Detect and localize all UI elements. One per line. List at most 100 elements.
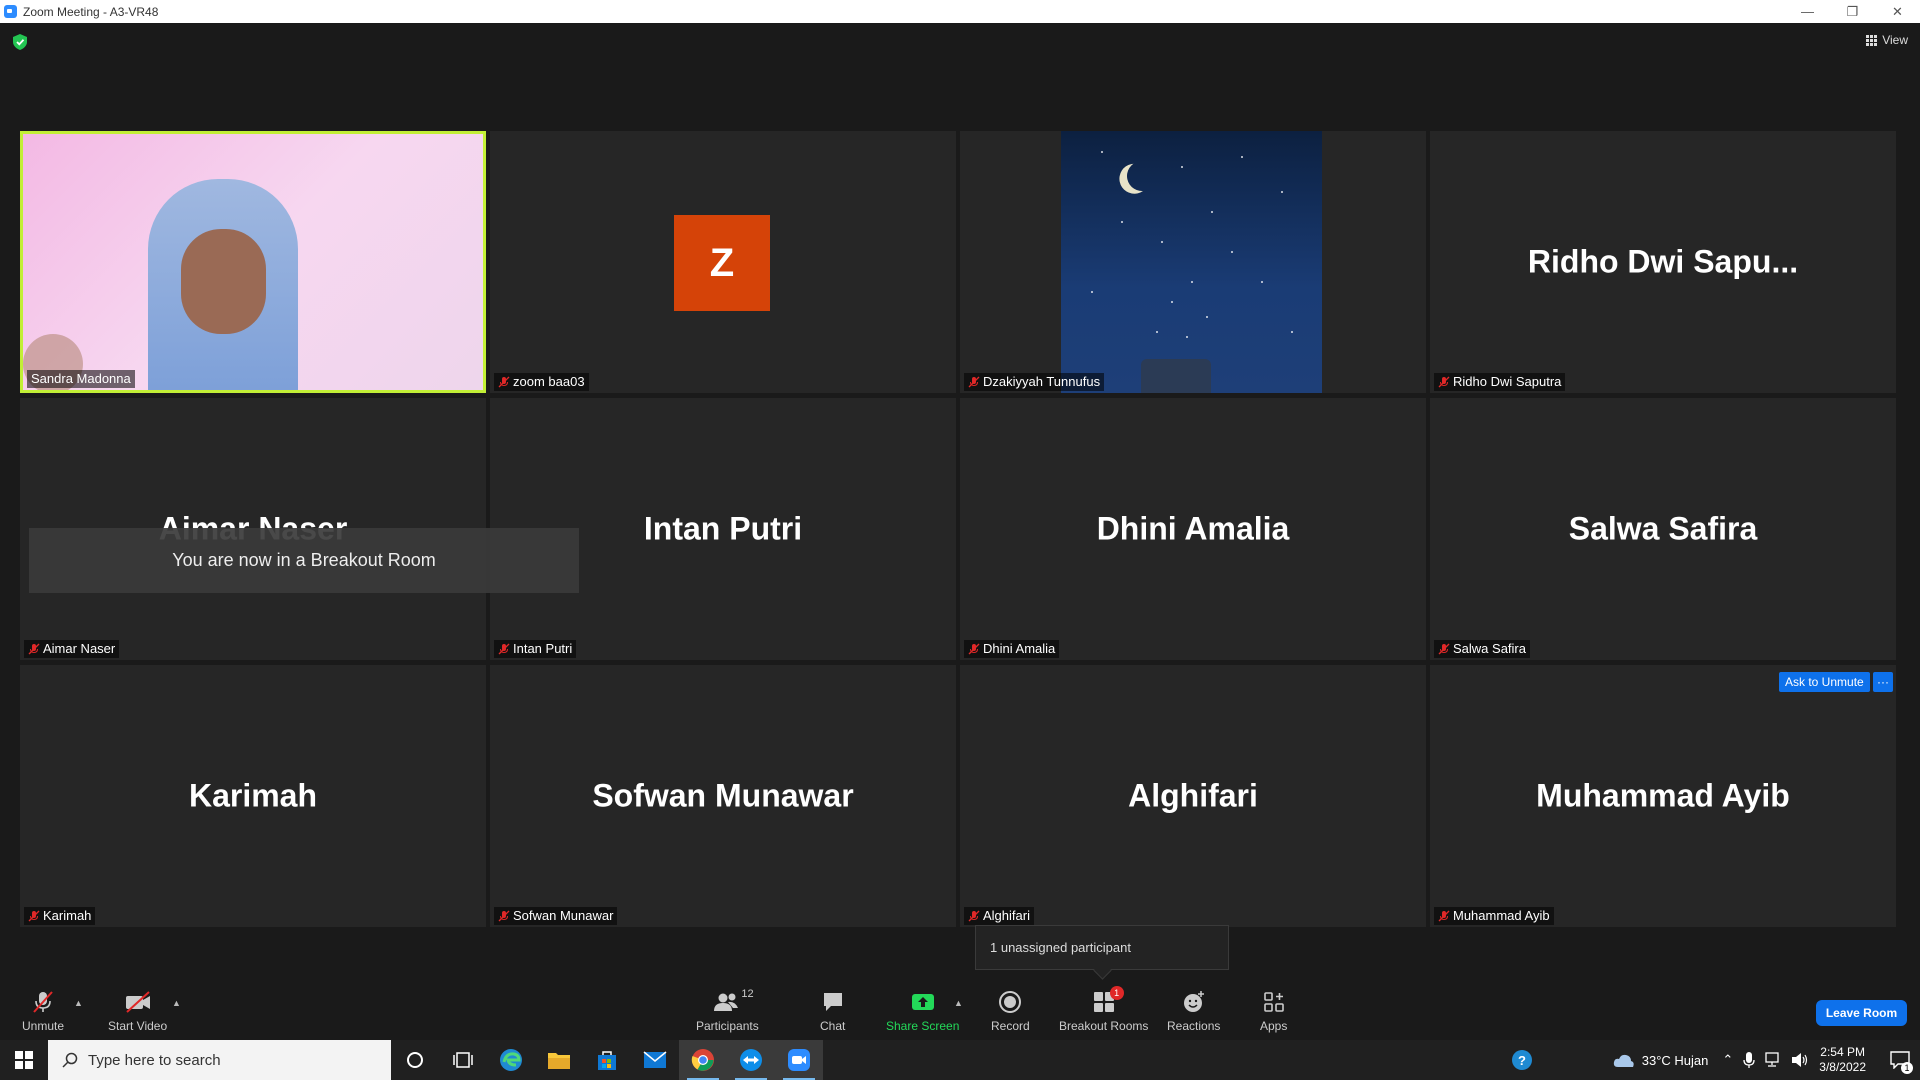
apps-button[interactable]: Apps xyxy=(1260,990,1287,1033)
video-tile[interactable]: Salwa Safira Salwa Safira xyxy=(1430,398,1896,660)
chat-button[interactable]: Chat xyxy=(820,990,845,1033)
participant-name-label: Intan Putri xyxy=(494,640,577,658)
system-tray: ? 33°C Hujan ⌃ 2:54 PM 3/8/2022 1 xyxy=(1511,1040,1920,1080)
share-options-caret-icon[interactable]: ▲ xyxy=(954,998,963,1008)
participants-icon xyxy=(714,993,739,1011)
window-titlebar: Zoom Meeting - A3-VR48 — ❐ ✕ xyxy=(0,0,1920,23)
video-tile[interactable]: Dhini Amalia Dhini Amalia xyxy=(960,398,1426,660)
network-icon[interactable] xyxy=(1765,1052,1783,1068)
video-options-caret-icon[interactable]: ▲ xyxy=(172,998,181,1008)
chrome-browser-icon xyxy=(691,1049,714,1071)
video-tile[interactable]: Karimah Karimah xyxy=(20,665,486,927)
muted-mic-icon xyxy=(968,910,980,921)
cortana-button[interactable] xyxy=(391,1040,439,1080)
taskbar-clock[interactable]: 2:54 PM 3/8/2022 xyxy=(1819,1045,1866,1075)
muted-mic-icon xyxy=(28,910,40,921)
taskbar-store[interactable] xyxy=(583,1040,631,1080)
start-button[interactable] xyxy=(0,1040,48,1080)
show-hidden-icons-chevron-icon[interactable]: ⌃ xyxy=(1722,1052,1733,1068)
microphone-icon[interactable] xyxy=(1743,1051,1755,1069)
teamviewer-icon xyxy=(740,1049,762,1071)
participant-name-label: Ridho Dwi Saputra xyxy=(1434,373,1566,391)
breakout-rooms-badge: 1 xyxy=(1109,986,1124,1000)
taskbar-mail[interactable] xyxy=(631,1040,679,1080)
window-controls: — ❐ ✕ xyxy=(1785,0,1920,23)
participant-display-name: Muhammad Ayib xyxy=(1536,777,1790,814)
grid-view-icon xyxy=(1866,34,1878,46)
restore-icon[interactable]: ❐ xyxy=(1830,0,1875,23)
video-tile[interactable]: Dzakiyyah Tunnufus xyxy=(960,131,1426,393)
store-bag-icon xyxy=(598,1051,616,1070)
participant-display-name: Karimah xyxy=(188,777,318,814)
weather-cloud-icon xyxy=(1613,1054,1634,1067)
video-tile[interactable]: Sofwan Munawar Sofwan Munawar xyxy=(490,665,956,927)
muted-mic-icon xyxy=(1438,376,1450,387)
unassigned-participant-tooltip: 1 unassigned participant xyxy=(975,925,1229,970)
record-button[interactable]: Record xyxy=(991,990,1030,1033)
participants-count: 12 xyxy=(741,988,754,1000)
apps-icon xyxy=(1263,992,1284,1012)
start-video-button[interactable]: Start Video xyxy=(108,990,167,1033)
participant-display-name: Sofwan Munawar xyxy=(592,777,854,814)
breakout-rooms-button[interactable]: 1 Breakout Rooms xyxy=(1059,986,1148,1033)
more-options-button[interactable]: ··· xyxy=(1873,672,1893,692)
cortana-circle-icon xyxy=(407,1052,423,1068)
clock-date: 3/8/2022 xyxy=(1819,1060,1866,1074)
help-icon[interactable]: ? xyxy=(1511,1049,1533,1071)
taskbar-teamviewer[interactable] xyxy=(727,1040,775,1080)
participant-display-name: Salwa Safira xyxy=(1568,510,1758,547)
windows-taskbar: Type here to search ? 33°C Hujan ⌃ 2:54 … xyxy=(0,1040,1920,1080)
participants-button[interactable]: 12 Participants xyxy=(696,988,759,1033)
reactions-button[interactable]: Reactions xyxy=(1167,990,1220,1033)
muted-mic-icon xyxy=(1438,910,1450,921)
leave-room-button[interactable]: Leave Room xyxy=(1816,1000,1907,1026)
participant-name-label: Dzakiyyah Tunnufus xyxy=(964,373,1105,391)
taskbar-chrome[interactable] xyxy=(679,1040,727,1080)
clock-time: 2:54 PM xyxy=(1820,1045,1865,1059)
profile-picture xyxy=(1061,131,1322,393)
taskbar-zoom[interactable] xyxy=(775,1040,823,1080)
muted-mic-icon xyxy=(498,376,510,387)
video-tile[interactable]: Z zoom baa03 xyxy=(490,131,956,393)
folder-icon xyxy=(548,1053,570,1069)
chat-icon xyxy=(823,993,842,1011)
share-screen-button[interactable]: Share Screen xyxy=(886,990,959,1033)
encryption-shield-icon[interactable] xyxy=(13,34,27,50)
participant-name-label: Alghifari xyxy=(964,907,1034,925)
close-icon[interactable]: ✕ xyxy=(1875,0,1920,23)
weather-text[interactable]: 33°C Hujan xyxy=(1642,1053,1709,1068)
video-tile[interactable]: Sandra Madonna xyxy=(20,131,486,393)
participant-name-label: Dhini Amalia xyxy=(964,640,1060,658)
participant-display-name: Alghifari xyxy=(1128,777,1258,814)
meeting-top-bar: View xyxy=(0,23,1920,63)
task-view-button[interactable] xyxy=(439,1040,487,1080)
video-tile[interactable]: Alghifari Alghifari xyxy=(960,665,1426,927)
muted-mic-icon xyxy=(28,643,40,654)
view-label: View xyxy=(1882,33,1908,47)
participant-name-label: Sofwan Munawar xyxy=(494,907,618,925)
participant-name-label: Sandra Madonna xyxy=(27,370,135,388)
taskbar-search-box[interactable]: Type here to search xyxy=(48,1040,391,1080)
taskbar-edge[interactable] xyxy=(487,1040,535,1080)
audio-options-caret-icon[interactable]: ▲ xyxy=(74,998,83,1008)
task-view-icon xyxy=(453,1052,473,1068)
video-tile[interactable]: Ridho Dwi Sapu... Ridho Dwi Saputra xyxy=(1430,131,1896,393)
muted-mic-icon xyxy=(498,910,510,921)
window-title: Zoom Meeting - A3-VR48 xyxy=(23,4,159,19)
muted-microphone-icon xyxy=(33,991,53,1013)
zoom-app-icon xyxy=(4,5,17,18)
volume-icon[interactable] xyxy=(1791,1052,1809,1068)
video-tile[interactable]: Muhammad Ayib Muhammad Ayib xyxy=(1430,665,1896,927)
muted-mic-icon xyxy=(968,643,980,654)
notification-count: 1 xyxy=(1901,1062,1913,1074)
muted-mic-icon xyxy=(498,643,510,654)
unmute-button[interactable]: Unmute xyxy=(22,990,64,1033)
taskbar-file-explorer[interactable] xyxy=(535,1040,583,1080)
view-button[interactable]: View xyxy=(1866,33,1908,47)
ask-to-unmute-button[interactable]: Ask to Unmute xyxy=(1779,672,1870,692)
minimize-icon[interactable]: — xyxy=(1785,0,1830,23)
action-center-button[interactable]: 1 xyxy=(1880,1040,1920,1080)
participant-name-label: Karimah xyxy=(24,907,96,925)
meeting-toolbar: Unmute ▲ Start Video ▲ 12 Participants C… xyxy=(0,982,1920,1040)
muted-mic-icon xyxy=(1438,643,1450,654)
